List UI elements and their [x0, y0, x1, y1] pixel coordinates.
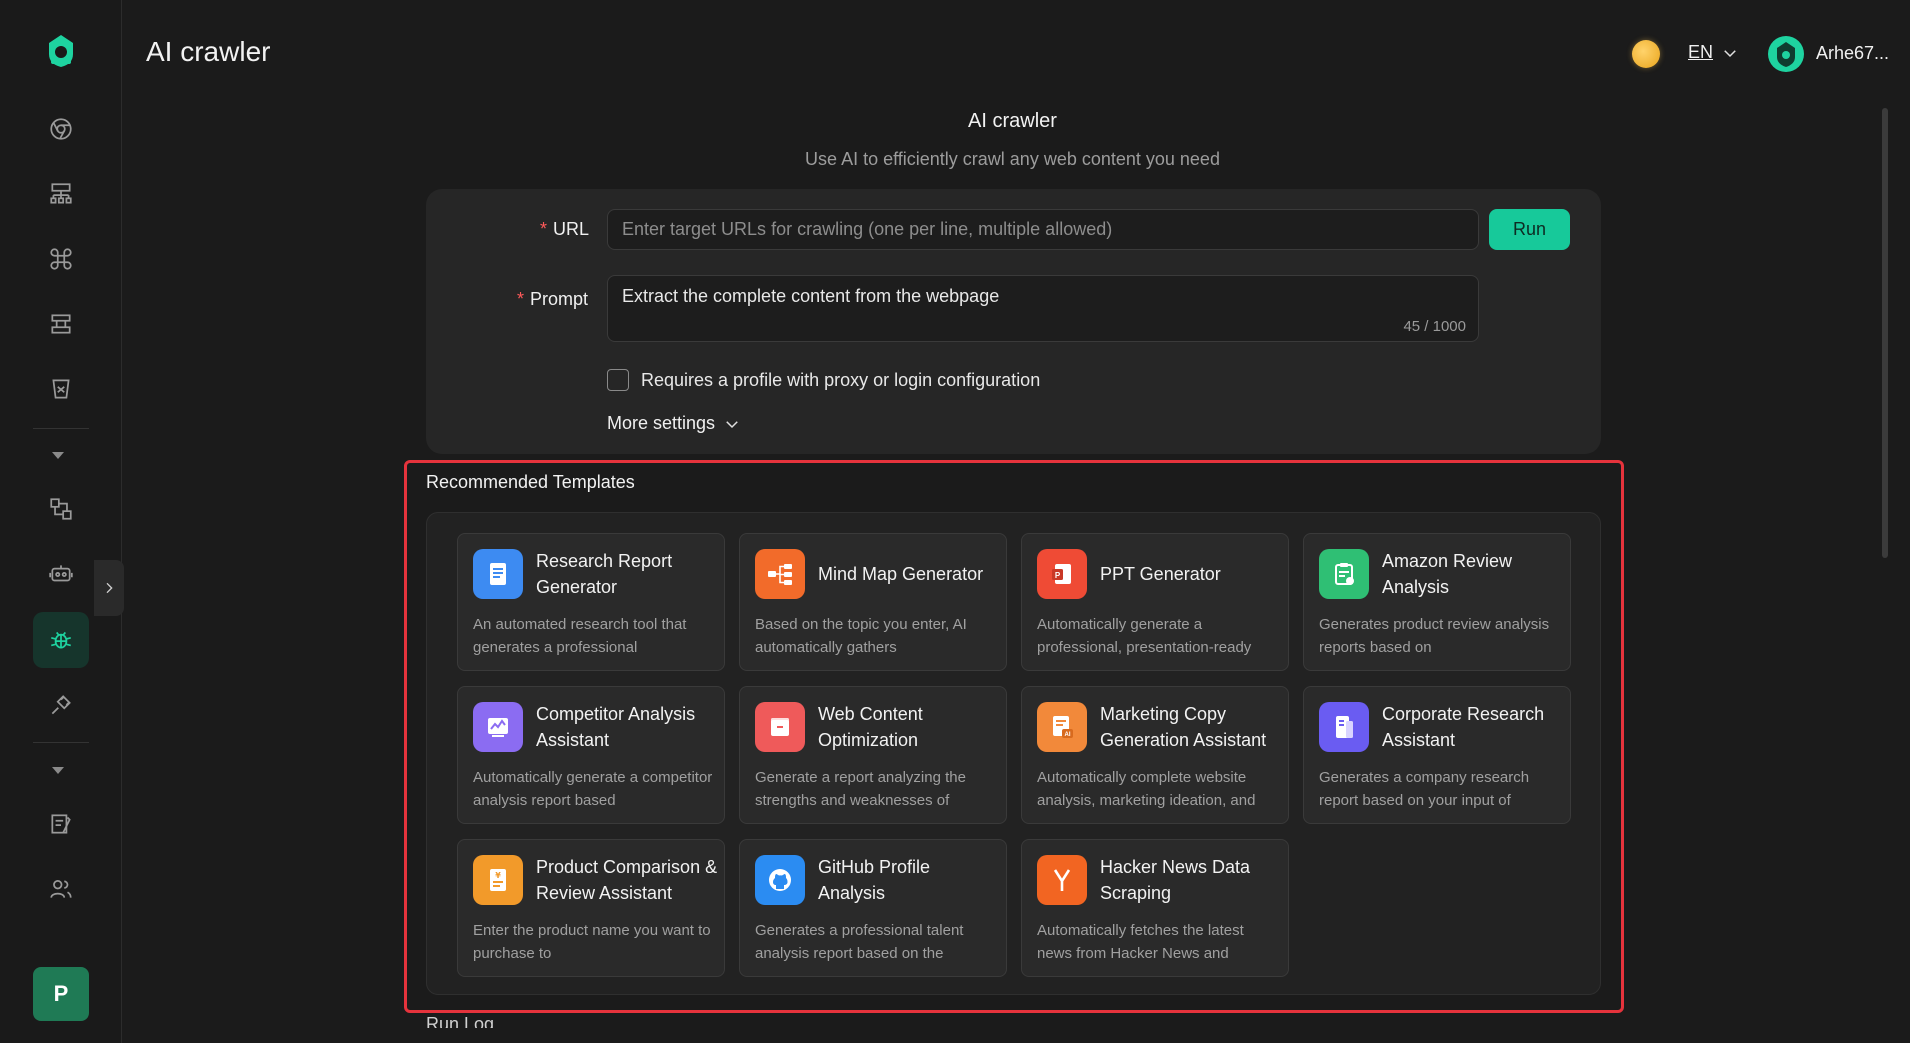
- page-title: AI crawler: [146, 36, 271, 67]
- coin-icon[interactable]: [1632, 40, 1660, 68]
- template-desc: Enter the product name you want to purch…: [473, 922, 711, 962]
- template-desc: Generates a company research report base…: [1319, 769, 1530, 809]
- chevron-down-icon: [1724, 49, 1736, 57]
- template-name: Hacker News Data Scraping: [1100, 857, 1251, 903]
- proxy-login-checkbox[interactable]: [607, 369, 629, 391]
- template-name: Product Comparison & Review Assistant: [536, 857, 718, 903]
- template-name: Mind Map Generator: [818, 564, 984, 584]
- proxy-login-checkbox-row[interactable]: Requires a profile with proxy or login c…: [607, 369, 1040, 391]
- template-name: Corporate Research Assistant: [1382, 704, 1545, 750]
- transfer-icon[interactable]: [33, 481, 89, 537]
- template-desc: Generate a report analyzing the strength…: [755, 769, 966, 809]
- prompt-value: Extract the complete content from the we…: [622, 286, 1000, 306]
- chevron-down-icon: [726, 420, 738, 428]
- app-logo-icon[interactable]: [42, 32, 80, 70]
- user-name[interactable]: Arhe67...: [1816, 43, 1889, 64]
- template-name: Research Report Generator: [536, 551, 673, 597]
- ai-doc-icon: AI: [1037, 702, 1087, 752]
- ycombinator-icon: [1037, 855, 1087, 905]
- template-desc: Automatically generate a professional, p…: [1037, 616, 1252, 656]
- prompt-label: * Prompt: [517, 289, 589, 309]
- template-name: Web Content Optimization: [818, 704, 923, 750]
- url-input[interactable]: [607, 209, 1479, 250]
- svg-text:P: P: [1055, 571, 1061, 580]
- archive-icon: [755, 702, 805, 752]
- template-card-mind-map[interactable]: Mind Map Generator Based on the topic yo…: [739, 533, 1007, 671]
- main-title: AI crawler: [968, 110, 1057, 132]
- url-label: * URL: [540, 219, 590, 239]
- svg-text:AI: AI: [1065, 732, 1071, 738]
- more-settings-label: More settings: [607, 413, 716, 433]
- sidebar-divider: [33, 428, 89, 429]
- template-desc: Generates a professional talent analysis…: [755, 922, 964, 962]
- command-icon[interactable]: [33, 231, 89, 287]
- plug-icon[interactable]: [33, 677, 89, 733]
- sidebar-expand-button[interactable]: [94, 560, 124, 616]
- recommended-templates-title: Recommended Templates: [426, 472, 635, 492]
- template-desc: Generates product review analysis report…: [1319, 616, 1550, 656]
- prompt-char-count: 45 / 1000: [1403, 318, 1466, 335]
- github-icon: [755, 855, 805, 905]
- template-card-product-comparison[interactable]: ¥ Product Comparison & Review Assistant …: [457, 839, 725, 977]
- scrollbar[interactable]: [1882, 108, 1888, 558]
- bug-icon[interactable]: [33, 612, 89, 668]
- language-selector[interactable]: EN: [1688, 42, 1739, 63]
- prompt-textarea[interactable]: Extract the complete content from the we…: [607, 275, 1479, 342]
- svg-text:¥: ¥: [495, 871, 501, 880]
- main-subtitle: Use AI to efficiently crawl any web cont…: [805, 149, 1220, 169]
- template-desc: Based on the topic you enter, AI automat…: [755, 616, 967, 656]
- template-desc: Automatically generate a competitor anal…: [473, 769, 713, 809]
- ppt-icon: P: [1037, 549, 1087, 599]
- template-name: PPT Generator: [1100, 564, 1221, 584]
- robot-icon[interactable]: [33, 546, 89, 602]
- template-card-ppt[interactable]: P PPT Generator Automatically generate a…: [1021, 533, 1289, 671]
- run-log-title: Run Log: [426, 1014, 495, 1028]
- run-button[interactable]: Run: [1489, 209, 1570, 250]
- bucket-icon[interactable]: [33, 361, 89, 417]
- template-name: Marketing Copy Generation Assistant: [1100, 704, 1267, 750]
- caret-down-icon[interactable]: [52, 452, 64, 459]
- sitemap-icon[interactable]: [33, 166, 89, 222]
- template-name: Amazon Review Analysis: [1382, 551, 1513, 597]
- language-label: EN: [1688, 42, 1714, 62]
- template-card-web-content[interactable]: Web Content Optimization Generate a repo…: [739, 686, 1007, 824]
- document-icon: [473, 549, 523, 599]
- user-avatar[interactable]: [1768, 36, 1804, 72]
- clipboard-icon: [1319, 549, 1369, 599]
- template-desc: An automated research tool that generate…: [473, 616, 687, 656]
- chart-icon: [473, 702, 523, 752]
- template-desc: Automatically fetches the latest news fr…: [1037, 922, 1244, 962]
- template-card-research-report[interactable]: Research Report Generator An automated r…: [457, 533, 725, 671]
- template-card-amazon-review[interactable]: Amazon Review Analysis Generates product…: [1303, 533, 1571, 671]
- layers-icon[interactable]: [33, 296, 89, 352]
- mindmap-icon: [755, 549, 805, 599]
- template-card-github-profile[interactable]: GitHub Profile Analysis Generates a prof…: [739, 839, 1007, 977]
- caret-down-icon[interactable]: [52, 767, 64, 774]
- more-settings-toggle[interactable]: More settings: [607, 413, 741, 434]
- file-icon: [1319, 702, 1369, 752]
- template-name: Competitor Analysis Assistant: [536, 704, 696, 750]
- users-icon[interactable]: [33, 861, 89, 917]
- sidebar-divider: [33, 742, 89, 743]
- template-name: GitHub Profile Analysis: [818, 857, 931, 903]
- notes-icon[interactable]: [33, 796, 89, 852]
- template-card-corporate-research[interactable]: Corporate Research Assistant Generates a…: [1303, 686, 1571, 824]
- workspace-avatar[interactable]: P: [33, 967, 89, 1021]
- receipt-icon: ¥: [473, 855, 523, 905]
- checkbox-label: Requires a profile with proxy or login c…: [641, 369, 1041, 390]
- template-card-hacker-news[interactable]: Hacker News Data Scraping Automatically …: [1021, 839, 1289, 977]
- template-desc: Automatically complete website analysis,…: [1037, 769, 1256, 809]
- template-card-competitor-analysis[interactable]: Competitor Analysis Assistant Automatica…: [457, 686, 725, 824]
- chevron-right-icon: [106, 582, 113, 594]
- template-card-marketing-copy[interactable]: AI Marketing Copy Generation Assistant A…: [1021, 686, 1289, 824]
